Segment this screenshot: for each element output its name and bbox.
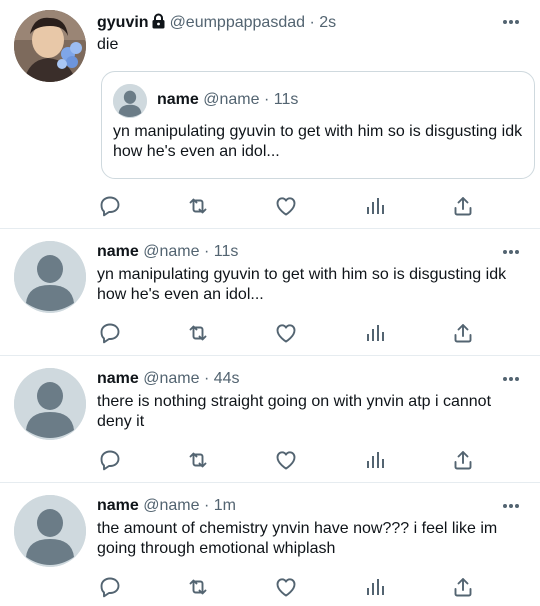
tweet-header: name @name · 44s bbox=[97, 368, 480, 390]
action-bar bbox=[97, 194, 517, 218]
quote-text: yn manipulating gyuvin to get with him s… bbox=[113, 123, 523, 160]
action-bar bbox=[97, 575, 517, 599]
more-icon[interactable] bbox=[502, 19, 520, 25]
like-button[interactable] bbox=[274, 575, 298, 599]
handle: @name bbox=[203, 91, 260, 108]
avatar[interactable] bbox=[14, 10, 86, 82]
profile-photo bbox=[14, 10, 86, 82]
timestamp[interactable]: 2s bbox=[319, 14, 336, 31]
quote-tweet[interactable]: name @name · 11s yn manipulating gyuvin … bbox=[101, 71, 535, 179]
tweet-text: there is nothing straight going on with … bbox=[97, 393, 492, 430]
timestamp: 11s bbox=[273, 91, 299, 108]
timestamp[interactable]: 11s bbox=[214, 243, 239, 260]
avatar bbox=[113, 84, 147, 118]
retweet-button[interactable] bbox=[186, 448, 210, 472]
analytics-icon bbox=[363, 321, 387, 345]
share-button[interactable] bbox=[451, 448, 475, 472]
timestamp[interactable]: 1m bbox=[214, 497, 236, 514]
analytics-icon bbox=[363, 575, 387, 599]
action-bar bbox=[97, 448, 517, 472]
heart-icon bbox=[274, 194, 298, 218]
like-button[interactable] bbox=[274, 194, 298, 218]
tweet[interactable]: gyuvin @eumppappasdad · 2s die name @name… bbox=[0, 0, 540, 228]
avatar[interactable] bbox=[14, 241, 86, 313]
action-bar bbox=[97, 321, 517, 345]
separator: · bbox=[203, 497, 210, 514]
analytics-button[interactable] bbox=[363, 194, 387, 218]
separator: · bbox=[309, 14, 315, 31]
reply-button[interactable] bbox=[98, 194, 122, 218]
share-icon bbox=[451, 575, 475, 599]
heart-icon bbox=[274, 448, 298, 472]
display-name: name bbox=[157, 91, 199, 108]
reply-button[interactable] bbox=[98, 448, 122, 472]
analytics-icon bbox=[363, 448, 387, 472]
reply-icon bbox=[98, 575, 122, 599]
display-name[interactable]: gyuvin bbox=[97, 14, 149, 31]
default-avatar-icon bbox=[14, 241, 86, 313]
display-name[interactable]: name bbox=[97, 497, 139, 514]
heart-icon bbox=[274, 575, 298, 599]
default-avatar-icon bbox=[113, 84, 147, 118]
tweet-header: gyuvin @eumppappasdad · 2s bbox=[97, 12, 480, 34]
more-icon[interactable] bbox=[502, 376, 520, 382]
handle[interactable]: @name bbox=[143, 243, 199, 260]
handle[interactable]: @name bbox=[143, 497, 199, 514]
timestamp[interactable]: 44s bbox=[214, 370, 240, 387]
share-icon bbox=[451, 448, 475, 472]
retweet-button[interactable] bbox=[186, 575, 210, 599]
avatar[interactable] bbox=[14, 368, 86, 440]
tweet-text: yn manipulating gyuvin to get with him s… bbox=[97, 266, 507, 303]
reply-icon bbox=[98, 448, 122, 472]
more-icon[interactable] bbox=[502, 503, 520, 509]
handle[interactable]: @name bbox=[143, 370, 199, 387]
tweet[interactable]: name @name · 1m the amount of chemistry … bbox=[0, 483, 540, 606]
retweet-icon bbox=[186, 194, 210, 218]
retweet-icon bbox=[186, 321, 210, 345]
retweet-icon bbox=[186, 575, 210, 599]
heart-icon bbox=[274, 321, 298, 345]
tweet-text: the amount of chemistry ynvin have now??… bbox=[97, 520, 498, 557]
analytics-button[interactable] bbox=[363, 448, 387, 472]
analytics-button[interactable] bbox=[363, 321, 387, 345]
display-name[interactable]: name bbox=[97, 370, 139, 387]
reply-button[interactable] bbox=[98, 575, 122, 599]
share-button[interactable] bbox=[451, 321, 475, 345]
like-button[interactable] bbox=[274, 448, 298, 472]
retweet-button[interactable] bbox=[186, 321, 210, 345]
quote-header: name @name · 11s bbox=[157, 89, 298, 111]
share-icon bbox=[451, 321, 475, 345]
handle[interactable]: @eumppappasdad bbox=[170, 14, 305, 31]
retweet-icon bbox=[186, 448, 210, 472]
default-avatar-icon bbox=[14, 495, 86, 567]
analytics-button[interactable] bbox=[363, 575, 387, 599]
share-icon bbox=[451, 194, 475, 218]
reply-icon bbox=[98, 321, 122, 345]
tweet-header: name @name · 11s bbox=[97, 241, 480, 263]
separator: · bbox=[203, 370, 210, 387]
retweet-button[interactable] bbox=[186, 194, 210, 218]
share-button[interactable] bbox=[451, 575, 475, 599]
tweet-header: name @name · 1m bbox=[97, 495, 480, 517]
separator: · bbox=[203, 243, 210, 260]
tweet[interactable]: name @name · 11s yn manipulating gyuvin … bbox=[0, 229, 540, 355]
separator: · bbox=[263, 91, 270, 108]
more-icon[interactable] bbox=[502, 249, 520, 255]
avatar[interactable] bbox=[14, 495, 86, 567]
display-name[interactable]: name bbox=[97, 243, 139, 260]
like-button[interactable] bbox=[274, 321, 298, 345]
reply-icon bbox=[98, 194, 122, 218]
analytics-icon bbox=[363, 194, 387, 218]
share-button[interactable] bbox=[451, 194, 475, 218]
reply-button[interactable] bbox=[98, 321, 122, 345]
tweet[interactable]: name @name · 44s there is nothing straig… bbox=[0, 356, 540, 482]
lock-icon bbox=[152, 13, 165, 29]
default-avatar-icon bbox=[14, 368, 86, 440]
tweet-text: die bbox=[97, 36, 119, 53]
